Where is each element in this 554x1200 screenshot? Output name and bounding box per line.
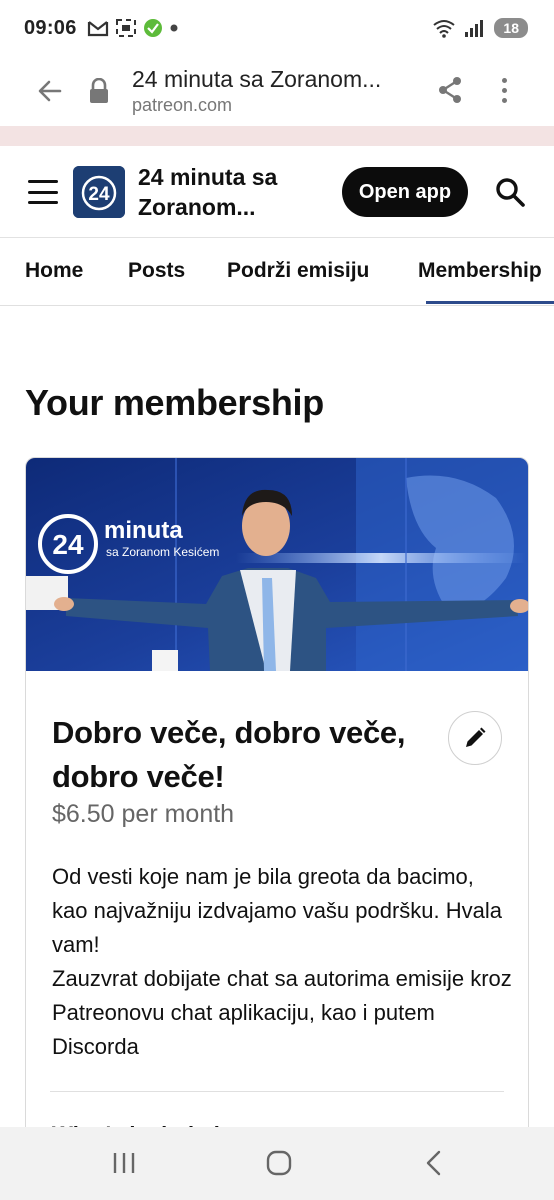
app-notification-icon [143,19,162,37]
tier-description-line: Od vesti koje nam je bila greota da baci… [52,864,503,957]
menu-icon[interactable] [28,180,58,204]
banner-logo-main: minuta [104,517,183,544]
open-app-button[interactable]: Open app [342,167,468,217]
search-button[interactable] [494,176,526,208]
pencil-icon [466,727,486,747]
creator-tabs: Home Posts Podrži emisiju Membership [0,238,554,306]
url-display[interactable]: 24 minuta sa Zoranom... patreon.com [132,65,412,117]
more-dot [501,77,507,83]
browser-url-bar: 24 minuta sa Zoranom... patreon.com [0,56,554,126]
chevron-left-icon [426,1150,441,1176]
system-back-button[interactable] [414,1147,454,1179]
tab-posts[interactable]: Posts [128,259,185,283]
banner-logo-number: 24 [52,529,84,560]
status-time: 09:06 [24,16,77,39]
creator-title[interactable]: 24 minuta sa Zoranom... [138,162,328,222]
edit-tier-button[interactable] [448,711,502,765]
tab-home[interactable]: Home [25,259,83,283]
creator-logo[interactable]: 24 [73,166,125,218]
status-right-icons: 18 [432,18,528,38]
recent-apps-button[interactable] [104,1147,144,1179]
more-options-button[interactable] [490,74,518,106]
share-icon [439,77,461,103]
gmail-icon [87,21,108,37]
tier-price: $6.50 per month [52,800,235,828]
share-button[interactable] [434,74,466,106]
status-bar: 09:06 18 [0,0,554,56]
membership-card: 24 minuta sa Zoranom Kesićem Dobro veče,… [25,457,529,1137]
browser-domain: patreon.com [132,95,233,115]
search-icon [496,178,525,207]
banner-logo-sub: sa Zoranom Kesićem [106,545,219,559]
tab-membership[interactable]: Membership [418,259,542,283]
wifi-icon [433,20,456,38]
site-header: 24 24 minuta sa Zoranom... Open app [0,146,554,238]
home-circle-icon [266,1150,292,1176]
dot-icon [170,24,178,32]
tab-podrzi-emisiju[interactable]: Podrži emisiju [227,259,369,283]
screen-record-icon [115,19,136,37]
battery-icon: 18 [494,18,528,38]
active-tab-indicator [426,301,554,304]
logo-text: 24 [88,184,110,205]
lock-icon[interactable] [84,76,114,106]
tier-description: Od vesti koje nam je bila greota da baci… [52,860,512,1064]
more-dot [501,87,507,93]
system-nav-bar [0,1127,554,1200]
banner-strip [0,126,554,146]
status-left-icons [87,18,179,38]
page-title: Your membership [25,382,324,423]
browser-back-button[interactable] [30,71,70,111]
home-button[interactable] [259,1147,299,1179]
more-dot [501,97,507,103]
arrow-left-icon [38,80,62,102]
recent-apps-icon [113,1153,135,1173]
tier-banner-image: 24 minuta sa Zoranom Kesićem [26,458,528,671]
browser-page-title: 24 minuta sa Zoranom... [132,66,382,92]
tier-description-line: Zauzvrat dobijate chat sa autorima emisi… [52,966,512,1059]
tier-title: Dobro veče, dobro veče, dobro veče! [52,715,406,794]
signal-icon [465,20,484,37]
card-divider [50,1091,504,1092]
